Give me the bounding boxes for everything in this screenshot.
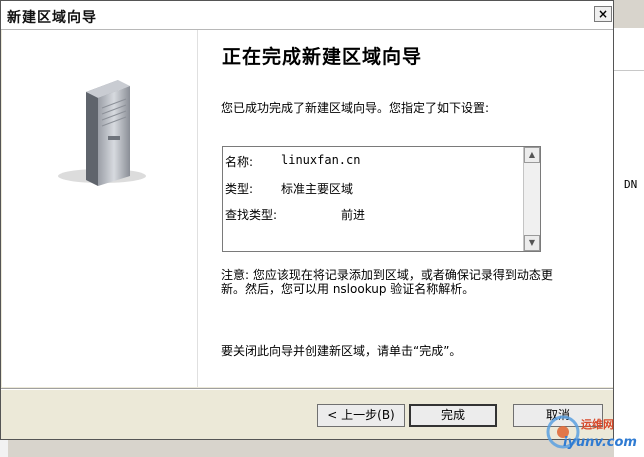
close-icon: × [597,7,609,21]
setting-key: 查找类型: [225,208,278,222]
close-button[interactable]: × [594,6,612,22]
setting-value: linuxfan.cn [281,153,361,167]
server-icon [58,80,146,186]
scrollbar[interactable]: ▲ ▼ [523,147,540,251]
wizard-content: 正在完成新建区域向导 您已成功完成了新建区域向导。您指定了如下设置: 名称: l… [198,30,613,387]
watermark-url: iyunv.com [563,435,637,450]
note-text: 注意: 您应该现在将记录添加到区域，或者确保记录得到动态更新。然后，您可以用 n… [221,268,553,296]
closing-instruction: 要关闭此向导并创建新区域，请单击“完成”。 [221,344,462,358]
background-text: DN [624,178,638,191]
window-title: 新建区域向导 [7,10,97,26]
screen: DN 新建区域向导 × 正在完成新建区域向导 您已成功完成了新建区域向导。您指定… [0,0,644,457]
title-bar[interactable]: 新建区域向导 × [1,1,613,30]
setting-key: 名称: [225,155,254,169]
setting-row-type: 类型: 标准主要区域 [225,180,353,197]
finish-button[interactable]: 完成 [409,404,497,427]
setting-value: 前进 [341,208,366,222]
background-window-right: DN [614,28,644,457]
setting-row-name: 名称: linuxfan.cn [225,153,360,170]
watermark-text-cn: 运维网 [581,418,614,431]
wizard-side-panel [2,30,198,387]
setting-value: 标准主要区域 [281,182,354,196]
page-title: 正在完成新建区域向导 [222,46,423,68]
arrow-down-icon: ▼ [528,238,536,247]
scroll-up-button[interactable]: ▲ [524,147,540,163]
site-watermark: 运维网 iyunv.com [545,408,644,457]
back-button[interactable]: < 上一步(B) [317,404,405,427]
settings-summary-box[interactable]: 名称: linuxfan.cn 类型: 标准主要区域 查找类型: 前进 ▲ ▼ [222,146,541,252]
arrow-up-icon: ▲ [528,150,536,159]
scroll-down-button[interactable]: ▼ [524,235,540,251]
setting-row-lookup: 查找类型: 前进 [225,206,365,223]
background-divider [614,70,644,71]
setting-key: 类型: [225,182,254,196]
button-divider [1,388,613,390]
new-zone-wizard-dialog: 新建区域向导 × 正在完成新建区域向导 您已成功完成了新建区域向导。您指定了如下… [0,0,614,440]
summary-intro: 您已成功完成了新建区域向导。您指定了如下设置: [221,101,490,115]
